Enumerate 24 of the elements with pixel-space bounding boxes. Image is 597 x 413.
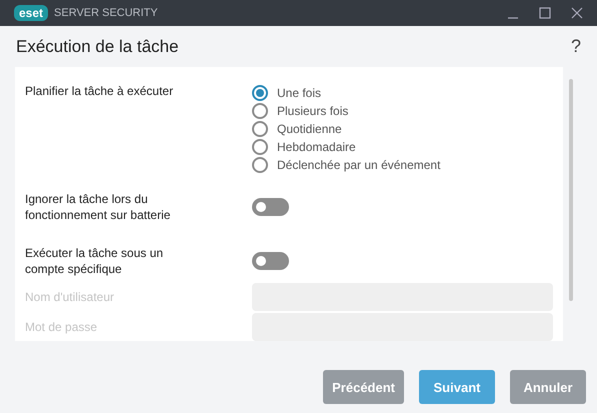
toggle-switch[interactable] (252, 252, 289, 270)
radio-button[interactable] (252, 157, 268, 173)
radio-option[interactable]: Une fois (252, 85, 440, 101)
radio-option[interactable]: Déclenchée par un événement (252, 157, 440, 173)
setting-label: Ignorer la tâche lors du fonctionnement sur batterie (25, 191, 172, 223)
radio-button[interactable] (252, 121, 268, 137)
radio-option[interactable]: Hebdomadaire (252, 139, 440, 155)
scrollbar[interactable] (569, 79, 573, 301)
radio-button[interactable] (252, 139, 268, 155)
field-label: Nom d'utilisateur (25, 289, 115, 305)
radio-button[interactable] (252, 103, 268, 119)
page-title: Exécution de la tâche (16, 36, 179, 56)
radio-button[interactable] (252, 85, 268, 101)
help-button[interactable]: ? (570, 36, 581, 57)
toggle-switch[interactable] (252, 198, 289, 216)
field-label: Mot de passe (25, 319, 98, 335)
radio-option[interactable]: Plusieurs fois (252, 103, 440, 119)
window-title: SERVER SECURITY (54, 7, 158, 19)
setting-label: Planifier la tâche à exécuter (25, 83, 174, 100)
maximize-icon[interactable] (539, 7, 551, 19)
close-icon[interactable] (571, 7, 583, 19)
setting-label: Exécuter la tâche sous un compte spécifique (25, 245, 164, 277)
logo: eset (14, 5, 48, 21)
radio-option[interactable]: Quotidienne (252, 121, 440, 137)
